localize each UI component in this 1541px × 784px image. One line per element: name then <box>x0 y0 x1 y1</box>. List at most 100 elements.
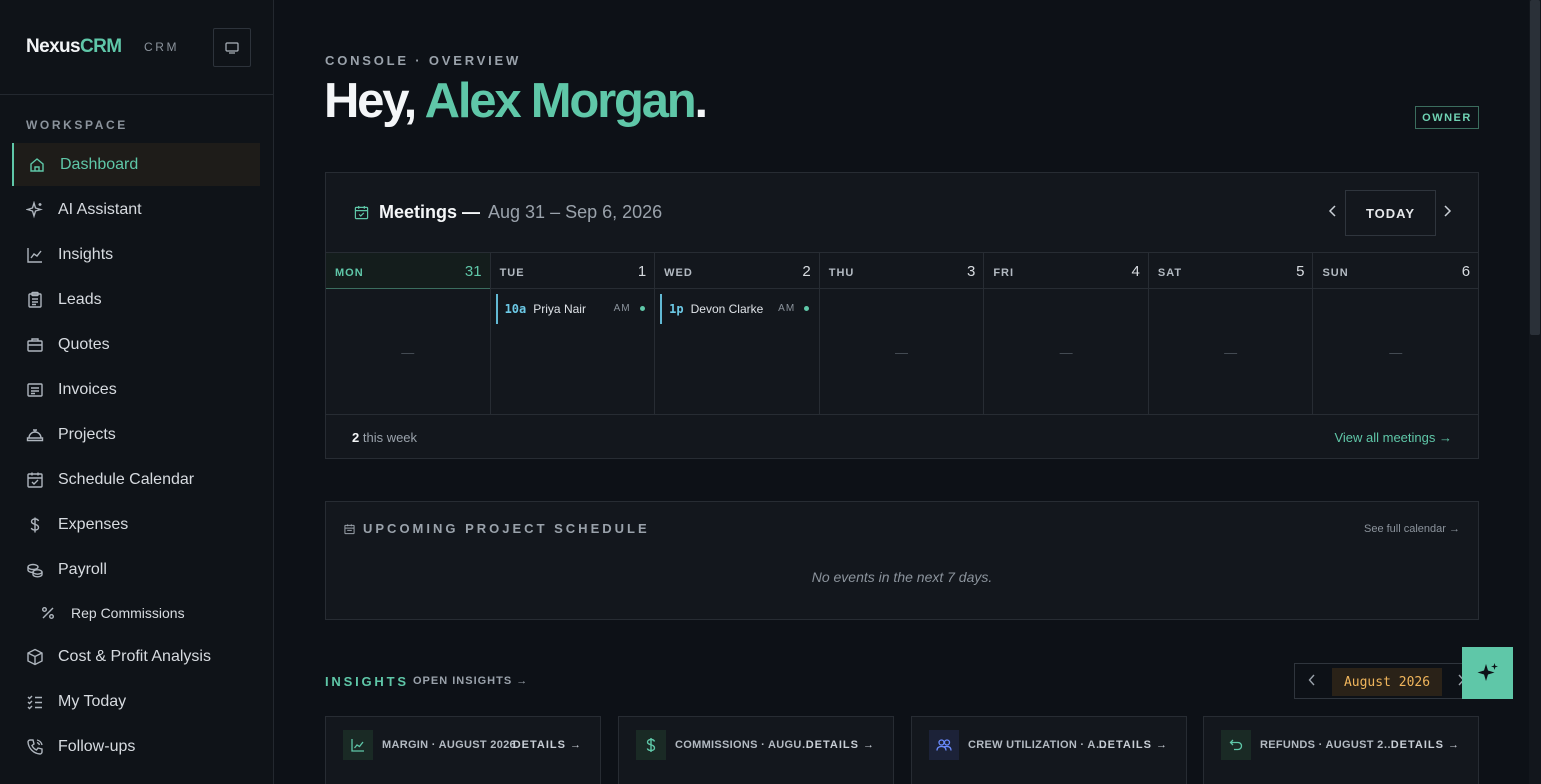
page-scrollbar[interactable] <box>1529 0 1541 784</box>
day-header: FRI 4 <box>984 253 1148 289</box>
empty-day-marker: — <box>1224 345 1238 360</box>
sidebar-item-insights[interactable]: Insights <box>0 232 273 277</box>
view-all-meetings-link[interactable]: View all meetings → <box>1334 430 1452 445</box>
sidebar-item-cost-profit[interactable]: Cost & Profit Analysis <box>0 634 273 679</box>
day-column-sat[interactable]: SAT 5 — <box>1148 253 1314 414</box>
ai-assistant-fab[interactable] <box>1462 647 1513 699</box>
day-of-week: FRI <box>993 267 1015 279</box>
sidebar-item-my-today[interactable]: My Today <box>0 679 273 724</box>
day-column-wed[interactable]: WED 2 1p Devon Clarke AM <box>655 253 820 414</box>
chevron-right-icon <box>1444 205 1452 217</box>
day-header: MON 31 <box>326 253 490 289</box>
phone-icon <box>26 738 44 756</box>
chart-line-icon <box>26 246 44 264</box>
upcoming-schedule-card: UPCOMING PROJECT SCHEDULE See full calen… <box>325 501 1479 620</box>
kpi-details-link[interactable]: DETAILS → <box>806 739 875 751</box>
day-column-mon[interactable]: MON 31 — <box>326 253 491 414</box>
day-column-sun[interactable]: SUN 6 — <box>1313 253 1479 414</box>
meetings-header: Meetings — Aug 31 – Sep 6, 2026 TODAY <box>326 173 1478 253</box>
kpi-card-margin[interactable]: MARGIN · AUGUST 2026 DETAILS → <box>325 716 601 784</box>
sidebar-item-expenses[interactable]: Expenses <box>0 502 273 547</box>
collapse-sidebar-button[interactable] <box>213 28 251 67</box>
day-column-thu[interactable]: THU 3 — <box>819 253 985 414</box>
upcoming-title-text: UPCOMING PROJECT SCHEDULE <box>363 521 650 536</box>
day-number: 3 <box>966 263 976 280</box>
logo[interactable]: NexusCRM <box>26 36 122 58</box>
upcoming-title: UPCOMING PROJECT SCHEDULE <box>344 521 650 536</box>
sidebar-item-follow-ups[interactable]: Follow-ups <box>0 724 273 769</box>
open-insights-link[interactable]: OPEN INSIGHTS → <box>413 675 528 687</box>
sidebar-item-leads[interactable]: Leads <box>0 277 273 322</box>
sidebar-item-ai-assistant[interactable]: AI Assistant <box>0 187 273 232</box>
kpi-card-crew-utilization[interactable]: CREW UTILIZATION · A… DETAILS → <box>911 716 1187 784</box>
sidebar: NexusCRM CRM WORKSPACE Dashboard AI Assi… <box>0 0 274 784</box>
logo-main: Nexus <box>26 36 81 57</box>
event-time: 1p <box>669 302 684 316</box>
day-column-tue[interactable]: TUE 1 10a Priya Nair AM <box>490 253 656 414</box>
scrollbar-thumb[interactable] <box>1530 0 1540 335</box>
next-week-button[interactable] <box>1442 204 1452 222</box>
page-eyebrow: CONSOLE · OVERVIEW <box>325 53 522 68</box>
chevron-left-icon <box>1308 674 1315 686</box>
see-full-calendar-link[interactable]: See full calendar → <box>1364 523 1460 535</box>
kpi-label: COMMISSIONS · AUGU… <box>675 739 813 751</box>
meetings-footer: 2 this week View all meetings → <box>326 414 1478 458</box>
day-of-week: WED <box>664 267 693 279</box>
meeting-event[interactable]: 10a Priya Nair AM <box>495 294 648 324</box>
today-button[interactable]: TODAY <box>1345 190 1436 236</box>
sidebar-item-invoices[interactable]: Invoices <box>0 367 273 412</box>
month-value[interactable]: August 2026 <box>1332 668 1442 696</box>
sidebar-item-label: Rep Commissions <box>71 605 185 621</box>
sparkles-icon <box>1477 663 1498 681</box>
main-content: CONSOLE · OVERVIEW Hey, Alex Morgan. OWN… <box>274 0 1529 784</box>
no-events-message: No events in the next 7 days. <box>811 569 993 585</box>
prev-week-button[interactable] <box>1328 204 1338 222</box>
sidebar-item-label: Invoices <box>58 380 117 398</box>
kpi-card-commissions[interactable]: COMMISSIONS · AUGU… DETAILS → <box>618 716 894 784</box>
greeting-punct: . <box>694 74 709 128</box>
sidebar-item-projects[interactable]: Projects <box>0 412 273 457</box>
kpi-details-link[interactable]: DETAILS → <box>1099 739 1168 751</box>
chart-icon <box>343 730 373 760</box>
percent-icon <box>40 604 56 622</box>
day-of-week: THU <box>828 267 855 279</box>
sidebar-item-label: Payroll <box>58 560 107 578</box>
greeting-text: Hey, <box>324 74 425 128</box>
coins-icon <box>26 561 44 579</box>
calendar-check-icon <box>26 471 44 489</box>
kpi-card-refunds[interactable]: REFUNDS · AUGUST 2… DETAILS → <box>1203 716 1479 784</box>
sidebar-item-label: Schedule Calendar <box>58 470 195 488</box>
sparkles-icon <box>26 200 44 219</box>
sidebar-item-schedule-calendar[interactable]: Schedule Calendar <box>0 457 273 502</box>
empty-day-marker: — <box>1389 345 1403 360</box>
meetings-range: Aug 31 – Sep 6, 2026 <box>488 202 663 222</box>
sidebar-item-label: Follow-ups <box>58 737 136 755</box>
sidebar-item-label: Projects <box>58 425 116 443</box>
sidebar-item-label: Leads <box>58 290 102 308</box>
event-attendee: Priya Nair <box>533 302 586 316</box>
sidebar-nav: Dashboard AI Assistant Insights Leads Qu… <box>0 142 273 769</box>
day-header: THU 3 <box>819 253 984 289</box>
dollar-icon <box>636 730 666 760</box>
checklist-icon <box>26 693 44 711</box>
dollar-icon <box>26 516 44 534</box>
brand-subtitle: CRM <box>144 40 180 54</box>
day-number: 1 <box>637 263 647 280</box>
day-column-fri[interactable]: FRI 4 — <box>984 253 1149 414</box>
sidebar-item-rep-commissions[interactable]: Rep Commissions <box>0 592 273 634</box>
day-of-week: SAT <box>1157 267 1183 279</box>
sidebar-item-label: Expenses <box>58 515 129 533</box>
sidebar-item-label: Quotes <box>58 335 110 353</box>
sidebar-item-quotes[interactable]: Quotes <box>0 322 273 367</box>
home-icon <box>28 156 46 174</box>
sidebar-item-payroll[interactable]: Payroll <box>0 547 273 592</box>
kpi-details-link[interactable]: DETAILS → <box>1391 739 1460 751</box>
meetings-count-suffix: this week <box>359 430 418 445</box>
meeting-event[interactable]: 1p Devon Clarke AM <box>660 294 812 324</box>
page-title: Hey, Alex Morgan. <box>324 73 709 129</box>
sidebar-item-dashboard[interactable]: Dashboard <box>12 143 260 186</box>
sidebar-item-label: Dashboard <box>60 155 139 173</box>
prev-month-button[interactable] <box>1308 673 1316 689</box>
kpi-details-link[interactable]: DETAILS → <box>513 739 582 751</box>
event-time: 10a <box>504 302 527 316</box>
